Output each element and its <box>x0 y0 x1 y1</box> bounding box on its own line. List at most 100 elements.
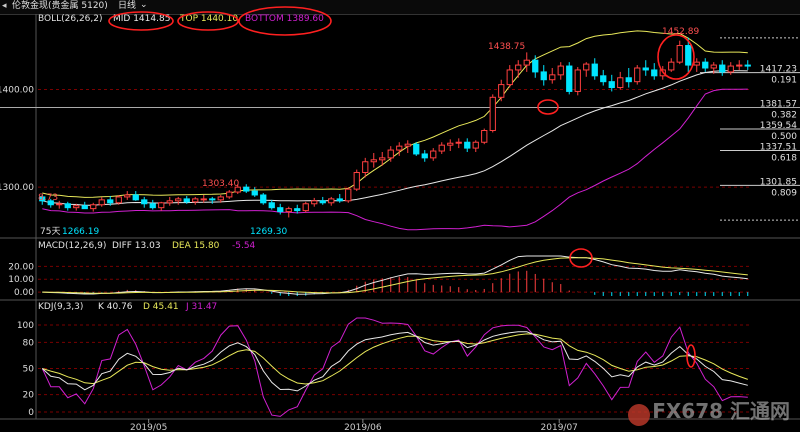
candle-body <box>651 69 658 77</box>
candle-body <box>175 198 182 202</box>
candle-body <box>200 198 207 201</box>
candle-body <box>438 144 445 152</box>
candle-body <box>404 143 411 147</box>
candle-body <box>226 191 233 198</box>
candle-body <box>574 69 581 92</box>
x-tick-label: 2019/05 <box>130 423 167 432</box>
candle-body <box>583 63 590 71</box>
fib-level-ratio: 0.809 <box>771 188 797 198</box>
candle-body <box>294 208 301 212</box>
kdj-tick-label: 0 <box>28 408 34 418</box>
annotation-1438: 1438.75 <box>488 42 525 52</box>
candle-body <box>557 65 564 76</box>
candle-body <box>362 161 369 174</box>
candle-body <box>421 153 428 159</box>
candle-body <box>277 207 284 213</box>
boll-bottom-line <box>42 88 748 231</box>
price-chart-svg[interactable]: 1400.001300.001417.230.1911381.570.38213… <box>0 0 800 432</box>
candle-body <box>285 208 292 213</box>
candle-body <box>727 65 734 73</box>
price-tick-label: 1300.00 <box>0 183 34 193</box>
candle-body <box>243 186 250 192</box>
fib-level-price: 1301.85 <box>760 177 797 187</box>
candle-body <box>387 149 394 159</box>
candle-body <box>217 196 224 201</box>
candle-body <box>455 141 462 144</box>
candle-body <box>311 200 318 205</box>
candle-body <box>183 198 190 203</box>
watermark: FX678 汇通网 <box>652 399 790 423</box>
candle-body <box>345 188 352 202</box>
candle-body <box>447 142 454 146</box>
candle-body <box>353 172 360 190</box>
fib-level-price: 1359.54 <box>760 121 797 131</box>
candle-body <box>464 141 471 149</box>
candle-body <box>132 194 139 201</box>
candle-body <box>617 77 624 89</box>
candle-body <box>319 200 326 204</box>
candle-body <box>98 199 105 206</box>
kdj-tick-label: 80 <box>23 338 35 348</box>
candle-body <box>736 64 743 67</box>
kdj-k-line <box>41 331 748 392</box>
fib-level-price: 1337.51 <box>760 143 797 153</box>
candle-body <box>515 64 522 71</box>
candle-body <box>209 198 216 201</box>
macd-tick-label: 10.00 <box>8 275 34 285</box>
candle-body <box>685 45 692 66</box>
candle-body <box>608 81 615 89</box>
candle-body <box>591 63 598 77</box>
macd-tick-label: 0.00 <box>14 288 34 298</box>
highlight-circle <box>108 11 174 31</box>
kdj-tick-label: 100 <box>17 321 34 331</box>
candle-body <box>56 203 63 206</box>
candle-body <box>260 194 267 204</box>
boll-mid-line <box>42 70 748 206</box>
macd-tick-label: 20.00 <box>8 262 34 272</box>
candle-body <box>192 198 199 203</box>
price-tick-label: 1400.00 <box>0 85 34 95</box>
candle-body <box>676 45 683 63</box>
candle-body <box>268 202 275 209</box>
kdj-tick-label: 50 <box>23 365 35 375</box>
candle-body <box>115 196 122 204</box>
candle-body <box>370 159 377 163</box>
candle-body <box>693 61 700 66</box>
candle-body <box>302 203 309 212</box>
candle-body <box>124 194 131 198</box>
macd-dea-line <box>42 257 748 294</box>
annotation-days-label: 75天 <box>40 227 60 237</box>
candle-body <box>430 150 437 159</box>
chart-stage[interactable]: ◂ 伦敦金现(贵金属 5120) 日线 ⌄ BOLL(26,26,2) MID … <box>0 0 800 432</box>
candle-body <box>498 84 505 98</box>
candle-body <box>719 64 726 73</box>
candle-body <box>549 74 556 81</box>
candle-body <box>81 205 88 210</box>
candle-body <box>90 204 97 210</box>
fib-level-price: 1381.57 <box>760 99 797 109</box>
candle-body <box>158 202 165 209</box>
candle-body <box>413 143 420 155</box>
kdj-j-line <box>41 317 748 417</box>
fib-level-ratio: 0.618 <box>771 154 797 164</box>
boll-top-line <box>42 30 748 198</box>
x-tick-label: 2019/07 <box>541 423 578 432</box>
fib-level-ratio: 0.500 <box>771 132 797 142</box>
candle-body <box>625 77 632 83</box>
candle-body <box>481 130 488 143</box>
candle-body <box>523 59 530 66</box>
candle-body <box>634 67 641 83</box>
candle-body <box>141 199 148 205</box>
annotation-1269: 1269.30 <box>250 227 287 237</box>
x-tick-label: 2019/06 <box>344 423 382 432</box>
candle-body <box>64 203 71 209</box>
candle-body <box>600 75 607 83</box>
kdj-tick-label: 20 <box>23 391 35 401</box>
candle-body <box>73 205 80 209</box>
candle-body <box>379 157 386 161</box>
candle-body <box>642 67 649 71</box>
annotation-low-value: 1266.19 <box>62 227 99 237</box>
watermark-logo-icon <box>628 404 650 426</box>
candle-body <box>166 200 173 204</box>
candle-body <box>702 61 709 69</box>
